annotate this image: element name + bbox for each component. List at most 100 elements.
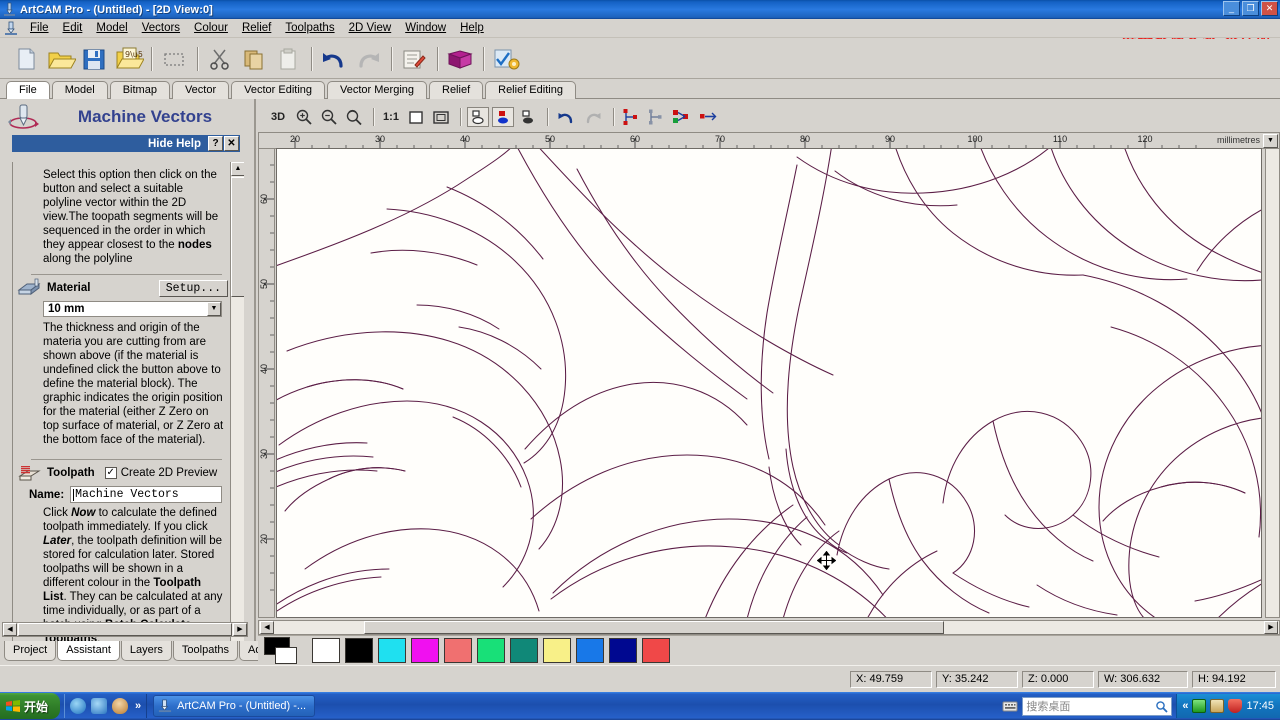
save-file-icon[interactable]	[78, 43, 110, 75]
ruler-unit-dropdown[interactable]: ▼	[1263, 134, 1278, 148]
2d-view-canvas[interactable]	[276, 148, 1262, 618]
canvas-vertical-scrollbar[interactable]	[1265, 148, 1280, 618]
open-recent-icon[interactable]: 9\u516e	[112, 43, 158, 75]
scroll-thumb[interactable]	[231, 177, 244, 297]
hscroll-right-arrow[interactable]: ▶	[233, 623, 247, 636]
show-preview-icon[interactable]	[517, 107, 539, 127]
tray-clock[interactable]: 17:45	[1246, 700, 1274, 712]
tab-toolpaths[interactable]: Toolpaths	[172, 641, 239, 661]
tab-vector-merging[interactable]: Vector Merging	[327, 81, 427, 99]
close-button[interactable]: ✕	[1261, 1, 1278, 16]
paste-icon[interactable]	[272, 43, 304, 75]
cut-icon[interactable]	[204, 43, 236, 75]
palette-swatch[interactable]	[609, 638, 637, 663]
palette-swatch[interactable]	[576, 638, 604, 663]
toolpath-name-input[interactable]: Machine Vectors	[70, 486, 222, 503]
tab-model[interactable]: Model	[51, 81, 108, 99]
panel-horizontal-scrollbar[interactable]: ◀ ▶	[2, 622, 248, 637]
tab-assistant[interactable]: Assistant	[57, 641, 120, 661]
menu-help[interactable]: Help	[453, 20, 491, 36]
desktop-search-input[interactable]: 搜索桌面	[1022, 696, 1173, 716]
canvas-hscroll-left[interactable]: ◀	[260, 621, 274, 634]
menu-2d-view[interactable]: 2D View	[342, 20, 399, 36]
create-2d-preview-checkbox[interactable]: ✓	[104, 467, 117, 479]
palette-swatch[interactable]	[411, 638, 439, 663]
new-file-icon[interactable]	[10, 43, 42, 75]
palette-swatch[interactable]	[312, 638, 340, 663]
hscroll-left-arrow[interactable]: ◀	[3, 623, 17, 636]
quick-launch-overflow[interactable]: »	[135, 700, 141, 712]
palette-swatch[interactable]	[543, 638, 571, 663]
open-file-icon[interactable]	[44, 43, 77, 75]
insert-point-icon[interactable]	[697, 107, 721, 127]
menu-relief[interactable]: Relief	[235, 20, 278, 36]
material-thickness-combo[interactable]: 10 mm ▼	[43, 301, 222, 317]
tray-expand-button[interactable]: «	[1182, 700, 1188, 712]
3d-view-button[interactable]: 3D	[266, 107, 290, 127]
window-controls[interactable]: _ ❐ ✕	[1223, 1, 1278, 16]
tab-project[interactable]: Project	[4, 641, 57, 661]
hscroll-thumb[interactable]	[18, 623, 232, 636]
material-setup-button[interactable]: Setup...	[158, 279, 228, 297]
palette-swatch[interactable]	[378, 638, 406, 663]
zoom-in-icon[interactable]	[293, 107, 315, 127]
menu-colour[interactable]: Colour	[187, 20, 235, 36]
horizontal-ruler[interactable]: 20 30 40 50 60 70 80 90 100 110 120 millimetres ▼	[258, 132, 1280, 149]
zoom-selected-icon[interactable]	[343, 107, 365, 127]
zoom-fit-icon[interactable]	[405, 107, 427, 127]
restore-button[interactable]: ❐	[1242, 1, 1259, 16]
canvas-hscroll-thumb[interactable]	[364, 621, 944, 634]
help-question-button[interactable]: ?	[208, 136, 223, 151]
security-shield-icon[interactable]	[1228, 699, 1243, 713]
palette-swatch[interactable]	[444, 638, 472, 663]
palette-swatch[interactable]	[345, 638, 373, 663]
select-icon[interactable]	[158, 43, 190, 75]
foreground-background-swatch[interactable]	[264, 636, 304, 665]
hide-help-label[interactable]: Hide Help	[148, 138, 201, 150]
start-button[interactable]: 开始	[0, 693, 61, 719]
wizard-icon[interactable]	[490, 43, 522, 75]
background-colour[interactable]	[275, 646, 297, 664]
start-point-icon[interactable]	[670, 107, 694, 127]
browser-refresh-icon[interactable]	[91, 698, 108, 714]
tab-file[interactable]: File	[6, 81, 50, 99]
menu-file[interactable]: File	[23, 20, 56, 36]
notes-icon[interactable]	[398, 43, 430, 75]
redo-icon[interactable]	[352, 43, 384, 75]
zoom-out-icon[interactable]	[318, 107, 340, 127]
show-vectors-icon[interactable]	[467, 107, 489, 127]
tab-relief-editing[interactable]: Relief Editing	[485, 81, 576, 99]
scroll-up-arrow[interactable]: ▲	[231, 162, 244, 176]
menu-model[interactable]: Model	[89, 20, 134, 36]
span-edit-icon[interactable]	[645, 107, 667, 127]
taskbar-item-artcam[interactable]: ArtCAM Pro - (Untitled) -...	[153, 695, 316, 717]
internet-explorer-icon[interactable]	[70, 698, 87, 714]
monitor-tray-icon[interactable]	[1210, 699, 1225, 713]
canvas-hscroll-right[interactable]: ▶	[1264, 621, 1278, 634]
tab-bitmap[interactable]: Bitmap	[109, 81, 170, 99]
canvas-horizontal-scrollbar[interactable]: ◀ ▶	[258, 620, 1280, 635]
vertical-ruler[interactable]: 60 50 40 30 20	[258, 148, 275, 618]
help-close-button[interactable]: ✕	[224, 136, 239, 151]
menu-vectors[interactable]: Vectors	[135, 20, 187, 36]
zoom-frame-icon[interactable]	[430, 107, 452, 127]
tab-relief[interactable]: Relief	[429, 81, 484, 99]
copy-icon[interactable]	[238, 43, 270, 75]
menu-window[interactable]: Window	[398, 20, 453, 36]
node-edit-icon[interactable]	[620, 107, 642, 127]
palette-swatch[interactable]	[477, 638, 505, 663]
qq-penguin-icon[interactable]	[112, 698, 129, 714]
minimize-button[interactable]: _	[1223, 1, 1240, 16]
book-icon[interactable]	[444, 43, 476, 75]
tab-layers[interactable]: Layers	[120, 641, 172, 661]
undo-view-icon[interactable]	[554, 107, 578, 127]
palette-swatch[interactable]	[642, 638, 670, 663]
keyboard-ime-icon[interactable]	[1002, 698, 1018, 714]
redo-view-icon[interactable]	[581, 107, 605, 127]
chevron-down-icon[interactable]: ▼	[207, 302, 221, 316]
document-icon[interactable]	[3, 20, 19, 36]
show-bitmap-icon[interactable]	[492, 107, 514, 127]
undo-icon[interactable]	[318, 43, 350, 75]
network-tray-icon[interactable]	[1192, 699, 1207, 713]
create-2d-preview-row[interactable]: ✓ Create 2D Preview	[104, 467, 217, 479]
